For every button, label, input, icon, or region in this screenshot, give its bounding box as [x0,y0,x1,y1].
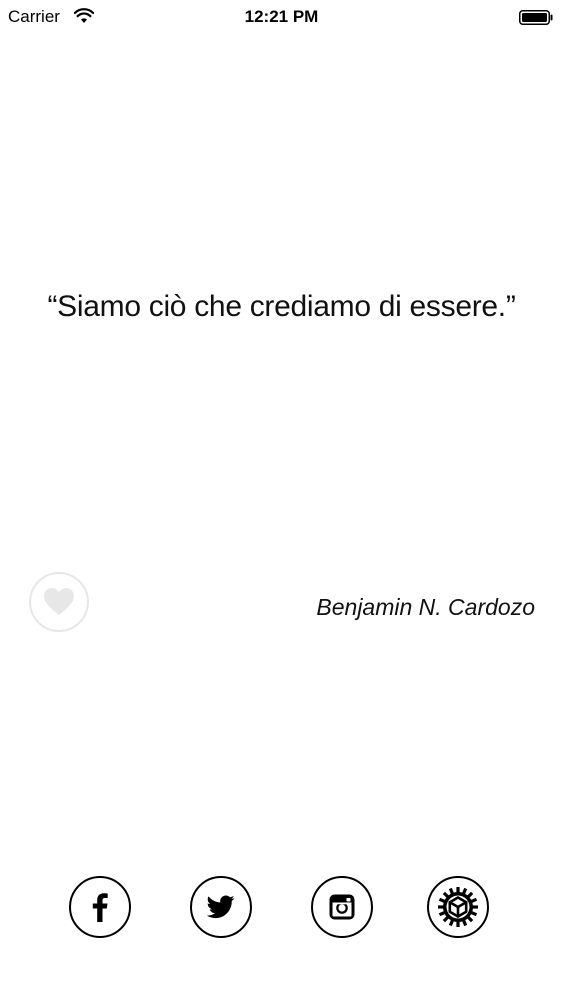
facebook-icon [92,893,108,922]
favorite-button[interactable] [29,572,89,632]
quote-text: “Siamo ciò che crediamo di essere.” [47,290,516,323]
facebook-share-button[interactable] [69,876,131,938]
battery-icon [519,10,553,25]
heart-icon [44,588,74,615]
settings-button[interactable] [427,876,489,938]
gear-icon [438,887,478,927]
twitter-icon [207,895,235,919]
share-bar [0,876,563,940]
instagram-icon [329,894,355,920]
instagram-share-button[interactable] [311,876,373,938]
quote-author: Benjamin N. Cardozo [316,594,535,620]
twitter-share-button[interactable] [190,876,252,938]
status-bar: Carrier 12:21 PM [0,0,563,36]
status-time: 12:21 PM [244,7,319,26]
